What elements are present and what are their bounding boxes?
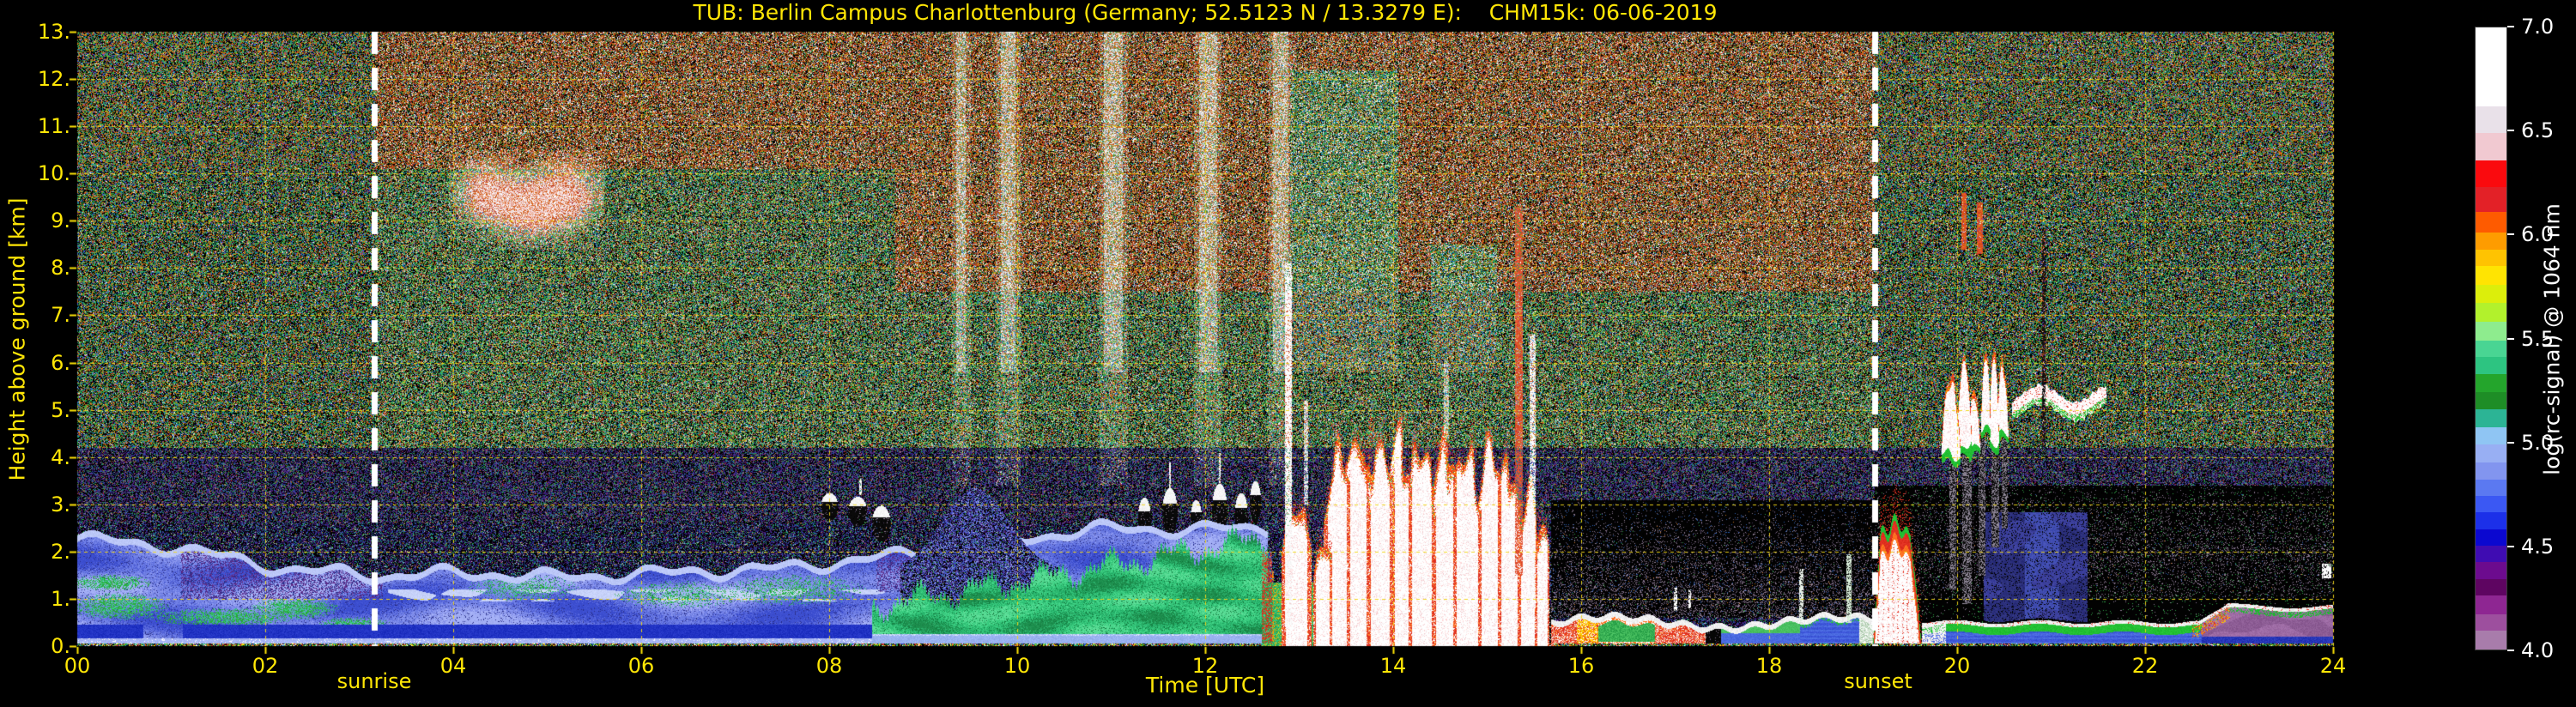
y-tick-label: 5. bbox=[51, 397, 70, 422]
colorbar-tick-label: 6.5 bbox=[2521, 118, 2555, 143]
colorbar-segment bbox=[2476, 303, 2506, 323]
colorbar-segment bbox=[2476, 284, 2506, 304]
colorbar-segment bbox=[2476, 233, 2506, 250]
lidar-heatmap-canvas bbox=[0, 0, 2576, 707]
colorbar-segment bbox=[2476, 578, 2506, 596]
colorbar-segment bbox=[2476, 392, 2506, 409]
colorbar-segment bbox=[2476, 427, 2506, 444]
y-tick-label: 0. bbox=[51, 634, 70, 658]
y-tick-label: 10. bbox=[37, 161, 70, 186]
x-tick-label: 24 bbox=[2319, 654, 2347, 678]
x-tick-label: 20 bbox=[1943, 654, 1971, 678]
colorbar-tick-label: 6.0 bbox=[2521, 222, 2555, 247]
colorbar-segment bbox=[2476, 133, 2506, 160]
colorbar-segment bbox=[2476, 212, 2506, 233]
colorbar-segment bbox=[2476, 160, 2506, 188]
y-tick-label: 12. bbox=[37, 67, 70, 92]
y-tick-label: 1. bbox=[51, 586, 70, 611]
colorbar-segment bbox=[2476, 496, 2506, 513]
colorbar-tick-label: 4.0 bbox=[2521, 638, 2555, 662]
colorbar-segment bbox=[2476, 529, 2506, 547]
colorbar-tick-mark bbox=[2507, 545, 2514, 547]
colorbar-segment bbox=[2476, 187, 2506, 213]
y-tick-label: 4. bbox=[51, 444, 70, 469]
colorbar-segment bbox=[2476, 265, 2506, 285]
colorbar-segment bbox=[2476, 631, 2506, 650]
colorbar-segment bbox=[2476, 340, 2506, 358]
y-tick-label: 6. bbox=[51, 350, 70, 375]
colorbar-tick-label: 5.0 bbox=[2521, 430, 2555, 455]
y-tick-label: 11. bbox=[37, 114, 70, 139]
colorbar-tick-label: 7.0 bbox=[2521, 15, 2555, 39]
colorbar-tick-mark bbox=[2507, 650, 2514, 651]
y-tick-label: 8. bbox=[51, 256, 70, 281]
colorbar-tick-label: 4.5 bbox=[2521, 534, 2555, 559]
y-tick-label: 7. bbox=[51, 303, 70, 328]
colorbar-segment bbox=[2476, 322, 2506, 341]
colorbar-tick-mark bbox=[2507, 130, 2514, 132]
colorbar-segment bbox=[2476, 462, 2506, 480]
colorbar-tick-label: 5.5 bbox=[2521, 326, 2555, 351]
colorbar-segment bbox=[2476, 562, 2506, 579]
x-tick-label: 22 bbox=[2131, 654, 2159, 678]
colorbar-segment bbox=[2476, 27, 2506, 106]
y-tick-label: 9. bbox=[51, 208, 70, 233]
colorbar-segment bbox=[2476, 106, 2506, 134]
colorbar-tick-mark bbox=[2507, 26, 2514, 27]
y-tick-label: 13. bbox=[37, 20, 70, 44]
colorbar-segment bbox=[2476, 357, 2506, 374]
x-tick-label: 04 bbox=[439, 654, 467, 678]
colorbar-tick-mark bbox=[2507, 441, 2514, 444]
x-tick-label: 10 bbox=[1003, 654, 1031, 678]
x-tick-label: 14 bbox=[1379, 654, 1407, 678]
colorbar-segment bbox=[2476, 512, 2506, 529]
x-tick-label: 18 bbox=[1755, 654, 1783, 678]
x-tick-label: 12 bbox=[1191, 654, 1219, 678]
colorbar-tick-mark bbox=[2507, 233, 2514, 236]
colorbar-segment bbox=[2476, 595, 2506, 614]
x-tick-label: 16 bbox=[1567, 654, 1595, 678]
colorbar-tick-mark bbox=[2507, 337, 2514, 340]
colorbar-segment bbox=[2476, 373, 2506, 393]
page-title: TUB: Berlin Campus Charlottenburg (Germa… bbox=[693, 0, 1718, 25]
colorbar bbox=[2475, 27, 2507, 650]
colorbar-segment bbox=[2476, 249, 2506, 266]
x-tick-label: 08 bbox=[815, 654, 843, 678]
x-tick-label: 06 bbox=[627, 654, 655, 678]
colorbar-segment bbox=[2476, 408, 2506, 428]
colorbar-segment bbox=[2476, 479, 2506, 497]
y-tick-label: 2. bbox=[51, 539, 70, 564]
lidar-quicklook-app: TUB: Berlin Campus Charlottenburg (Germa… bbox=[0, 0, 2576, 707]
y-tick-label: 3. bbox=[51, 492, 70, 517]
colorbar-segment bbox=[2476, 546, 2506, 563]
x-tick-label: 02 bbox=[252, 654, 279, 678]
colorbar-segment bbox=[2476, 444, 2506, 463]
colorbar-segment bbox=[2476, 613, 2506, 631]
